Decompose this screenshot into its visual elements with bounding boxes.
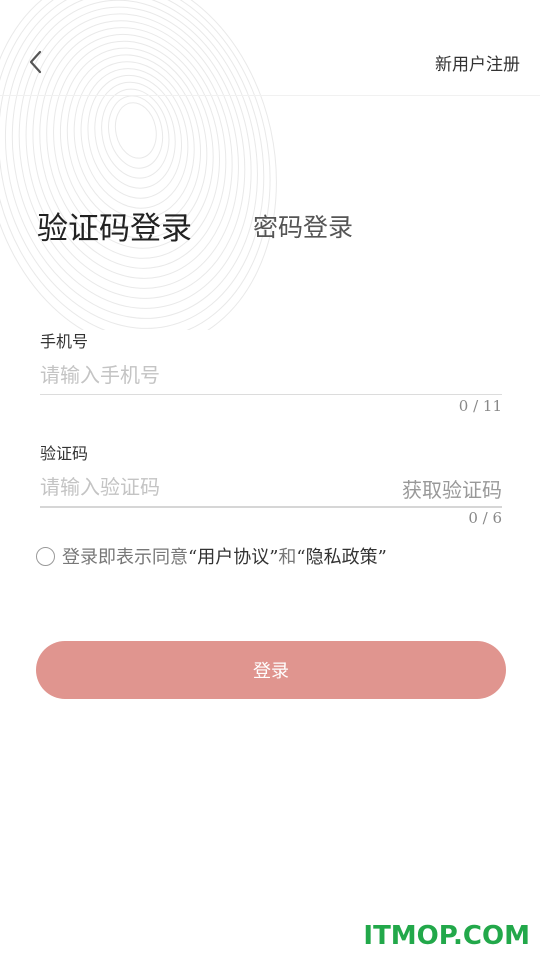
- agreement-checkbox[interactable]: [36, 546, 55, 566]
- code-counter: 0 / 6: [468, 509, 502, 527]
- phone-input[interactable]: [40, 357, 502, 393]
- login-button[interactable]: 登录: [36, 641, 506, 699]
- code-input[interactable]: [40, 469, 380, 505]
- register-link[interactable]: 新用户注册: [435, 50, 520, 75]
- agreement-row: 登录即表示同意 “用户协议” 和 “隐私政策”: [36, 543, 387, 569]
- watermark: ITMOP.COM: [363, 921, 530, 951]
- tab-password-login[interactable]: 密码登录: [253, 208, 353, 244]
- code-label: 验证码: [40, 444, 89, 463]
- agreement-prefix: 登录即表示同意: [62, 547, 188, 568]
- privacy-policy-link[interactable]: “隐私政策”: [296, 543, 386, 569]
- phone-underline: [40, 394, 502, 395]
- header-bar: 新用户注册: [0, 0, 540, 96]
- code-underline: [40, 506, 502, 508]
- tab-sms-login[interactable]: 验证码登录: [37, 203, 192, 248]
- chevron-left-icon: [29, 50, 42, 74]
- get-code-button[interactable]: 获取验证码: [402, 474, 502, 503]
- user-agreement-link[interactable]: “用户协议”: [188, 543, 278, 569]
- back-button[interactable]: [22, 44, 52, 80]
- phone-counter: 0 / 11: [458, 397, 502, 415]
- agreement-conjunction: 和: [278, 547, 297, 568]
- phone-label: 手机号: [40, 332, 89, 351]
